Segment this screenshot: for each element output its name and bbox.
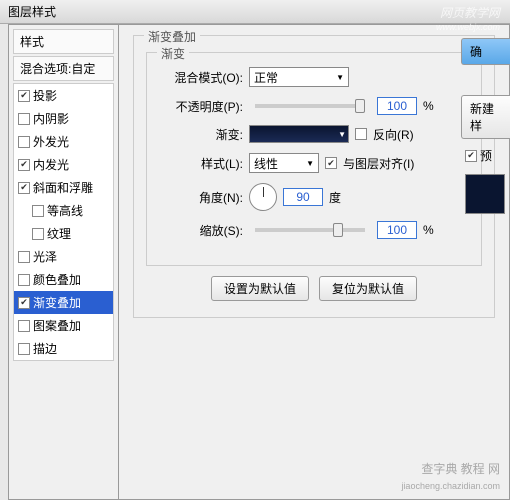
- sidebar-header[interactable]: 样式: [13, 29, 114, 54]
- style-value: 线性: [254, 155, 278, 172]
- style-item-label: 内阴影: [33, 110, 69, 127]
- blend-options-item[interactable]: 混合选项:自定: [13, 56, 114, 81]
- chevron-down-icon: ▼: [338, 130, 346, 139]
- style-item[interactable]: 内阴影: [14, 107, 113, 130]
- window-titlebar: 图层样式: [0, 0, 510, 24]
- style-item[interactable]: 图案叠加: [14, 314, 113, 337]
- style-item-label: 图案叠加: [33, 317, 81, 334]
- style-checkbox[interactable]: [18, 90, 30, 102]
- gradient-inner-group: 渐变 混合模式(O): 正常 ▼ 不透明度(P): 100 % 渐变:: [146, 52, 482, 266]
- style-item-label: 纹理: [47, 225, 71, 242]
- style-item[interactable]: 颜色叠加: [14, 268, 113, 291]
- style-list: 投影内阴影外发光内发光斜面和浮雕等高线纹理光泽颜色叠加渐变叠加图案叠加描边: [13, 83, 114, 361]
- angle-unit: 度: [329, 189, 341, 206]
- style-item-label: 描边: [33, 340, 57, 357]
- style-item[interactable]: 纹理: [14, 222, 113, 245]
- align-checkbox[interactable]: [325, 157, 337, 169]
- style-checkbox[interactable]: [32, 228, 44, 240]
- style-select[interactable]: 线性 ▼: [249, 153, 319, 173]
- ok-button[interactable]: 确: [461, 38, 510, 65]
- style-checkbox[interactable]: [18, 320, 30, 332]
- group-legend: 渐变叠加: [144, 28, 200, 45]
- style-item[interactable]: 描边: [14, 337, 113, 360]
- style-checkbox[interactable]: [32, 205, 44, 217]
- layer-style-dialog: 样式 混合选项:自定 投影内阴影外发光内发光斜面和浮雕等高线纹理光泽颜色叠加渐变…: [8, 24, 510, 500]
- window-title: 图层样式: [8, 5, 56, 19]
- reverse-checkbox[interactable]: [355, 128, 367, 140]
- style-label: 样式(L):: [157, 155, 243, 172]
- chevron-down-icon: ▼: [336, 73, 344, 82]
- style-checkbox[interactable]: [18, 136, 30, 148]
- reset-default-button[interactable]: 复位为默认值: [319, 276, 417, 301]
- style-item-label: 投影: [33, 87, 57, 104]
- style-item[interactable]: 外发光: [14, 130, 113, 153]
- blend-mode-select[interactable]: 正常 ▼: [249, 67, 349, 87]
- reverse-label: 反向(R): [373, 126, 414, 143]
- style-checkbox[interactable]: [18, 297, 30, 309]
- opacity-label: 不透明度(P):: [157, 98, 243, 115]
- main-panel: 渐变叠加 渐变 混合模式(O): 正常 ▼ 不透明度(P): 100 %: [119, 25, 509, 499]
- angle-dial[interactable]: [249, 183, 277, 211]
- slider-thumb[interactable]: [355, 99, 365, 113]
- new-style-button[interactable]: 新建样: [461, 95, 510, 139]
- style-checkbox[interactable]: [18, 113, 30, 125]
- align-label: 与图层对齐(I): [343, 155, 414, 172]
- opacity-slider[interactable]: [255, 104, 365, 108]
- scale-slider[interactable]: [255, 228, 365, 232]
- inner-legend: 渐变: [157, 45, 189, 62]
- blend-mode-value: 正常: [254, 69, 278, 86]
- style-item-label: 渐变叠加: [33, 294, 81, 311]
- preview-checkbox[interactable]: [465, 150, 477, 162]
- scale-label: 缩放(S):: [157, 222, 243, 239]
- angle-input[interactable]: 90: [283, 188, 323, 206]
- style-item-label: 光泽: [33, 248, 57, 265]
- style-item-label: 内发光: [33, 156, 69, 173]
- style-item[interactable]: 渐变叠加: [14, 291, 113, 314]
- gradient-picker[interactable]: ▼: [249, 125, 349, 143]
- opacity-input[interactable]: 100: [377, 97, 417, 115]
- style-item-label: 颜色叠加: [33, 271, 81, 288]
- style-checkbox[interactable]: [18, 274, 30, 286]
- chevron-down-icon: ▼: [306, 159, 314, 168]
- style-item[interactable]: 投影: [14, 84, 113, 107]
- style-item-label: 外发光: [33, 133, 69, 150]
- gradient-label: 渐变:: [157, 126, 243, 143]
- opacity-unit: %: [423, 99, 434, 113]
- style-item-label: 等高线: [47, 202, 83, 219]
- sidebar: 样式 混合选项:自定 投影内阴影外发光内发光斜面和浮雕等高线纹理光泽颜色叠加渐变…: [9, 25, 119, 499]
- scale-unit: %: [423, 223, 434, 237]
- style-checkbox[interactable]: [18, 251, 30, 263]
- style-item[interactable]: 斜面和浮雕: [14, 176, 113, 199]
- blend-mode-label: 混合模式(O):: [157, 69, 243, 86]
- preview-label: 预: [480, 147, 492, 164]
- right-column: 确 新建样 预: [461, 38, 510, 214]
- gradient-overlay-group: 渐变叠加 渐变 混合模式(O): 正常 ▼ 不透明度(P): 100 %: [133, 35, 495, 318]
- style-item[interactable]: 等高线: [14, 199, 113, 222]
- slider-thumb[interactable]: [333, 223, 343, 237]
- angle-label: 角度(N):: [157, 189, 243, 206]
- style-checkbox[interactable]: [18, 343, 30, 355]
- style-item[interactable]: 内发光: [14, 153, 113, 176]
- scale-input[interactable]: 100: [377, 221, 417, 239]
- style-checkbox[interactable]: [18, 159, 30, 171]
- set-default-button[interactable]: 设置为默认值: [211, 276, 309, 301]
- style-checkbox[interactable]: [18, 182, 30, 194]
- style-item-label: 斜面和浮雕: [33, 179, 93, 196]
- preview-swatch: [465, 174, 505, 214]
- style-item[interactable]: 光泽: [14, 245, 113, 268]
